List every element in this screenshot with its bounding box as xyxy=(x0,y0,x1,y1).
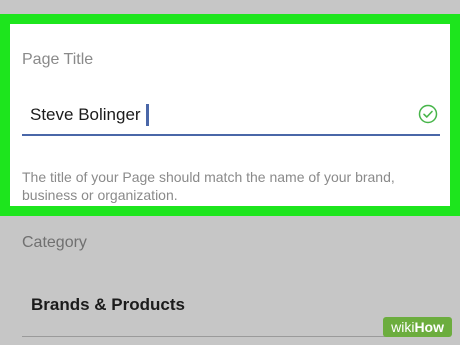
category-divider xyxy=(22,336,440,337)
watermark-text-wiki: wiki xyxy=(391,319,415,335)
page-title-input-value[interactable]: Steve Bolinger xyxy=(30,104,149,126)
page-title-input[interactable]: Steve Bolinger xyxy=(22,100,440,136)
page-title-input-text: Steve Bolinger xyxy=(30,105,141,124)
category-selector[interactable]: Brands & Products xyxy=(31,295,185,315)
category-label: Category xyxy=(22,234,87,251)
wikihow-watermark: wikiHow xyxy=(383,317,452,337)
page-background: Page Title Steve Bolinger The title of y… xyxy=(0,0,460,345)
page-title-section: Page Title Steve Bolinger The title of y… xyxy=(0,14,460,216)
text-cursor xyxy=(145,104,149,126)
page-title-label: Page Title xyxy=(22,51,94,68)
page-title-help-text: The title of your Page should match the … xyxy=(22,169,395,203)
check-circle-icon xyxy=(418,104,438,124)
watermark-text-how: How xyxy=(414,319,444,335)
